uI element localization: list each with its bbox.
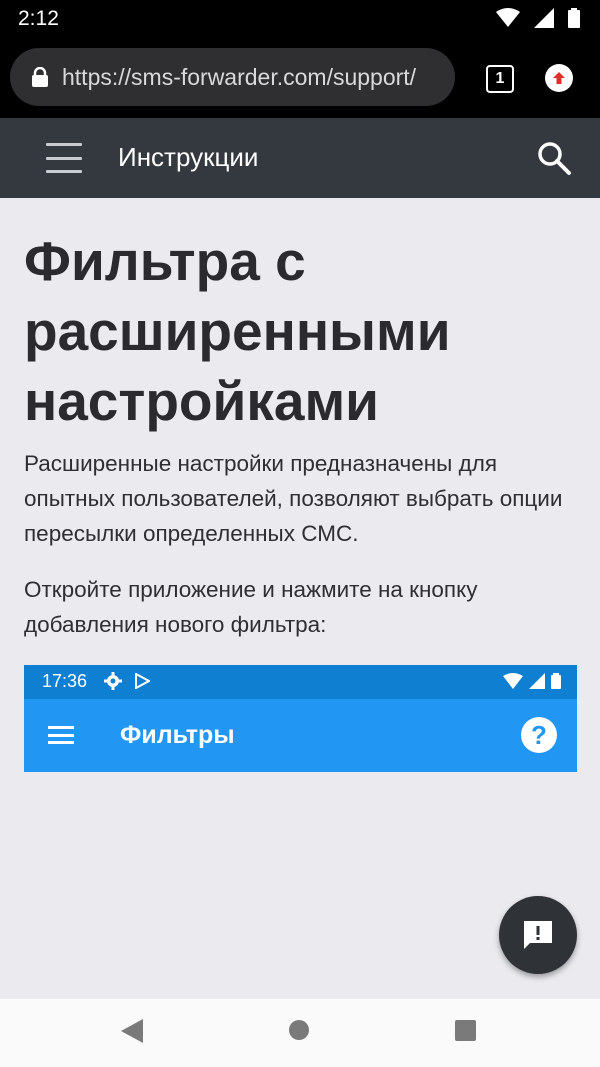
cell-signal-icon <box>534 8 554 28</box>
navigation-bar <box>0 999 600 1067</box>
play-icon <box>135 673 150 689</box>
battery-icon <box>568 8 580 28</box>
recents-icon[interactable] <box>455 1020 476 1041</box>
search-icon[interactable] <box>536 140 572 181</box>
cell-signal-icon <box>529 673 545 689</box>
screenshot-system-icons <box>503 673 561 689</box>
feedback-button[interactable] <box>499 896 577 974</box>
menu-icon <box>48 726 74 744</box>
screenshot-status-bar: 17:36 <box>24 665 577 699</box>
status-time: 2:12 <box>18 7 59 30</box>
menu-icon[interactable] <box>46 143 82 173</box>
address-bar[interactable]: https://sms-forwarder.com/support/ <box>10 48 455 106</box>
wifi-icon <box>496 8 520 27</box>
app-screenshot: 17:36 Фильтры ? <box>24 665 577 772</box>
lock-icon <box>32 67 48 87</box>
instruction-paragraph: Откройте приложение и нажмите на кнопку … <box>24 577 478 637</box>
update-icon[interactable] <box>545 64 573 92</box>
url-text: https://sms-forwarder.com/support/ <box>62 63 417 90</box>
tabs-icon[interactable]: 1 <box>486 65 514 93</box>
feedback-icon <box>524 921 552 949</box>
page-title: Фильтра с расширенными настройками <box>24 230 451 432</box>
browser-toolbar: https://sms-forwarder.com/support/ 1 <box>0 38 600 118</box>
screenshot-time: 17:36 <box>42 671 88 691</box>
status-bar: 2:12 <box>0 0 600 38</box>
screenshot-toolbar: Фильтры ? <box>24 699 577 772</box>
wifi-icon <box>503 673 523 689</box>
help-icon: ? <box>521 717 557 753</box>
battery-icon <box>551 673 561 689</box>
status-icons <box>496 8 580 28</box>
intro-paragraph: Расширенные настройки предназначены для … <box>24 451 563 546</box>
header-title: Инструкции <box>118 142 259 172</box>
screenshot-title: Фильтры <box>120 721 235 749</box>
home-icon[interactable] <box>289 1020 309 1040</box>
gear-icon <box>104 672 122 690</box>
back-icon[interactable] <box>121 1019 143 1043</box>
site-header: Инструкции <box>0 118 600 198</box>
